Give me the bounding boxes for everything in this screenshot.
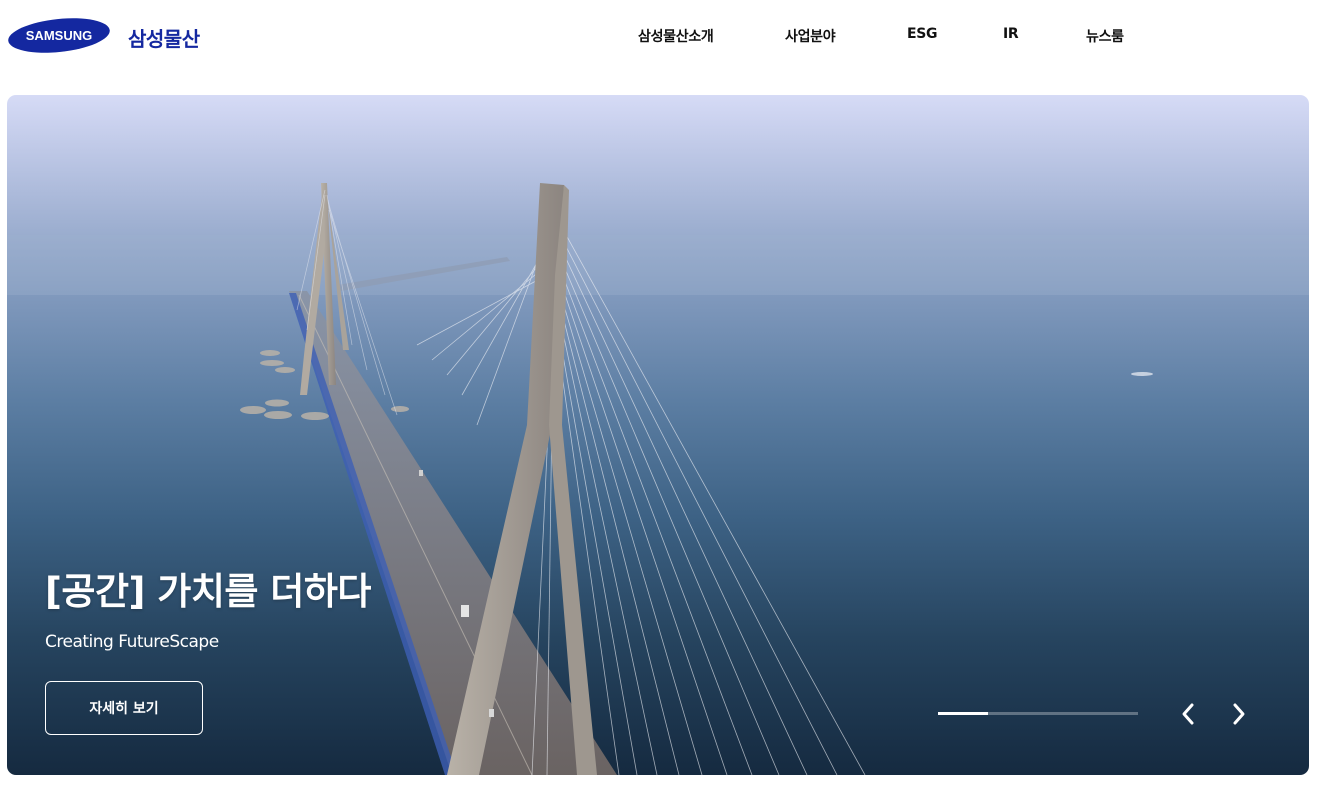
logo-text: SAMSUNG	[26, 28, 92, 43]
nav-item-newsroom[interactable]: 뉴스룸	[1086, 26, 1124, 46]
bridge-image	[7, 183, 1309, 775]
chevron-right-icon[interactable]	[1225, 700, 1253, 728]
hero-subtitle: Creating FutureScape	[45, 632, 219, 652]
slide-progress-fill	[938, 712, 988, 715]
nav-item-ir[interactable]: IR	[1003, 26, 1019, 42]
site-header: SAMSUNG 삼성물산 삼성물산소개 사업분야 ESG IR 뉴스룸	[0, 0, 1321, 80]
chevron-left-icon[interactable]	[1174, 700, 1202, 728]
learn-more-button[interactable]: 자세히 보기	[45, 681, 203, 735]
hero-banner: [공간] 가치를 더하다 Creating FutureScape 자세히 보기	[7, 95, 1309, 775]
nav-item-esg[interactable]: ESG	[907, 26, 938, 42]
hero-title: [공간] 가치를 더하다	[45, 570, 371, 613]
nav-item-about[interactable]: 삼성물산소개	[638, 26, 714, 46]
brand-name[interactable]: 삼성물산	[128, 23, 200, 52]
slide-progress-bar	[938, 712, 1138, 715]
samsung-logo[interactable]: SAMSUNG	[7, 17, 111, 54]
nav-item-business[interactable]: 사업분야	[785, 26, 836, 46]
